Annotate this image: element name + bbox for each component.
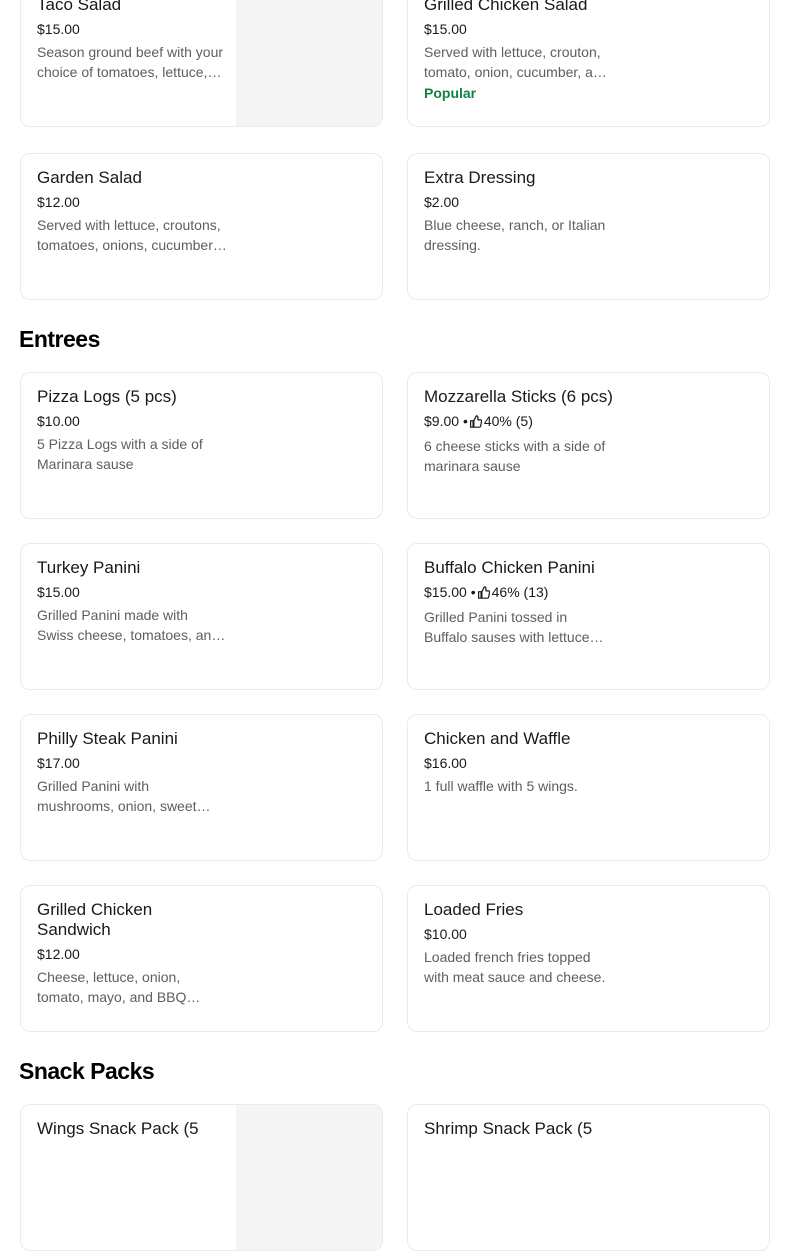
item-title: Buffalo Chicken Panini <box>424 558 595 577</box>
item-info: Philly Steak Panini $17.00 Grilled Panin… <box>37 729 227 816</box>
menu-item-card[interactable]: Garden Salad $12.00 Served with lettuce,… <box>20 153 383 300</box>
menu-item-card[interactable]: Buffalo Chicken Panini $15.00 • 46% (13) … <box>407 543 770 690</box>
menu-item-card[interactable]: Philly Steak Panini $17.00 Grilled Panin… <box>20 714 383 861</box>
menu-item-card[interactable]: Pizza Logs (5 pcs) $10.00 5 Pizza Logs w… <box>20 372 383 519</box>
popular-badge: Popular <box>424 85 477 101</box>
item-info: Wings Snack Pack (5 <box>37 1119 227 1139</box>
menu-item-card[interactable]: Turkey Panini $15.00 Grilled Panini made… <box>20 543 383 690</box>
item-title: Grilled Chicken Salad <box>424 0 588 14</box>
menu-item-card[interactable]: Extra Dressing $2.00 Blue cheese, ranch,… <box>407 153 770 300</box>
item-price-rating: $15.00 • 46% (13) <box>424 583 614 603</box>
item-price-rating: $9.00 • 40% (5) <box>424 412 614 432</box>
item-info: Buffalo Chicken Panini $15.00 • 46% (13) … <box>424 558 614 647</box>
item-title: Extra Dressing <box>424 168 536 187</box>
item-info: Extra Dressing $2.00 Blue cheese, ranch,… <box>424 168 614 255</box>
item-info: Chicken and Waffle $16.00 1 full waffle … <box>424 729 614 796</box>
item-price: $15.00 <box>424 21 467 37</box>
menu-item-card[interactable]: Chicken and Waffle $16.00 1 full waffle … <box>407 714 770 861</box>
item-info: Taco Salad $15.00 Season ground beef wit… <box>37 0 227 82</box>
menu-item-card[interactable]: Loaded Fries $10.00 Loaded french fries … <box>407 885 770 1032</box>
item-price: $15.00 <box>37 584 80 600</box>
item-rating: 46% (13) <box>491 584 549 600</box>
item-price: $15.00 <box>37 21 80 37</box>
item-info: Mozzarella Sticks (6 pcs) $9.00 • 40% (5)… <box>424 387 614 476</box>
separator-dot: • <box>470 584 476 600</box>
item-title: Turkey Panini <box>37 558 141 577</box>
menu-item-card[interactable]: Mozzarella Sticks (6 pcs) $9.00 • 40% (5)… <box>407 372 770 519</box>
item-description: 1 full waffle with 5 wings. <box>424 778 578 794</box>
item-info: Garden Salad $12.00 Served with lettuce,… <box>37 168 227 255</box>
item-description: 6 cheese sticks with a side of marinara … <box>424 438 606 474</box>
item-title: Wings Snack Pack (5 <box>37 1119 199 1138</box>
item-rating: 40% (5) <box>483 413 533 429</box>
item-title: Grilled Chicken Sandwich <box>37 900 153 939</box>
item-price: $10.00 <box>424 926 467 942</box>
item-price: $17.00 <box>37 755 80 771</box>
item-title: Philly Steak Panini <box>37 729 178 748</box>
item-description: Served with lettuce, croutons, tomatoes,… <box>37 217 224 253</box>
section-heading-snack-packs: Snack Packs <box>19 1058 155 1084</box>
item-description: Season ground beef with your choice of t… <box>37 44 224 80</box>
item-info: Loaded Fries $10.00 Loaded french fries … <box>424 900 614 987</box>
item-title: Loaded Fries <box>424 900 524 919</box>
item-description: Served with lettuce, crouton, tomato, on… <box>424 44 609 80</box>
menu-item-card[interactable]: Grilled Chicken Salad $15.00 Served with… <box>407 0 770 127</box>
item-description: Grilled Panini tossed in Buffalo sauses … <box>424 609 590 645</box>
item-description: 5 Pizza Logs with a side of Marinara sau… <box>37 436 203 472</box>
item-price: $9.00 <box>424 413 460 429</box>
thumbs-up-icon <box>477 585 490 603</box>
item-description: Loaded french fries topped with meat sau… <box>424 949 606 985</box>
item-description: Grilled Panini made with Swiss cheese, t… <box>37 607 220 643</box>
item-info: Grilled Chicken Sandwich $12.00 Cheese, … <box>37 900 227 1007</box>
thumbs-up-icon <box>469 414 483 432</box>
item-description: Blue cheese, ranch, or Italian dressing. <box>424 217 606 253</box>
item-title: Garden Salad <box>37 168 142 187</box>
item-title: Taco Salad <box>37 0 122 14</box>
item-title: Shrimp Snack Pack (5 <box>424 1119 593 1138</box>
item-price: $15.00 <box>424 584 467 600</box>
item-price: $10.00 <box>37 413 80 429</box>
item-price: $2.00 <box>424 194 460 210</box>
item-title: Mozzarella Sticks (6 pcs) <box>424 387 613 406</box>
item-description: Grilled Panini with mushrooms, onion, sw… <box>37 778 197 814</box>
item-price: $12.00 <box>37 194 80 210</box>
menu-item-card[interactable]: Shrimp Snack Pack (5 <box>407 1104 770 1251</box>
item-info: Turkey Panini $15.00 Grilled Panini made… <box>37 558 227 645</box>
separator-dot: • <box>462 413 468 429</box>
item-image-placeholder <box>236 0 382 126</box>
item-title: Chicken and Waffle <box>424 729 571 748</box>
item-description: Cheese, lettuce, onion, tomato, mayo, an… <box>37 969 187 1005</box>
menu-item-card[interactable]: Wings Snack Pack (5 <box>20 1104 383 1251</box>
section-heading-entrees: Entrees <box>19 326 100 352</box>
item-price: $16.00 <box>424 755 467 771</box>
menu-item-card[interactable]: Taco Salad $15.00 Season ground beef wit… <box>20 0 383 127</box>
menu-item-card[interactable]: Grilled Chicken Sandwich $12.00 Cheese, … <box>20 885 383 1032</box>
item-price: $12.00 <box>37 946 80 962</box>
item-info: Grilled Chicken Salad $15.00 Served with… <box>424 0 614 103</box>
item-info: Shrimp Snack Pack (5 <box>424 1119 614 1139</box>
item-info: Pizza Logs (5 pcs) $10.00 5 Pizza Logs w… <box>37 387 227 474</box>
item-title: Pizza Logs (5 pcs) <box>37 387 177 406</box>
